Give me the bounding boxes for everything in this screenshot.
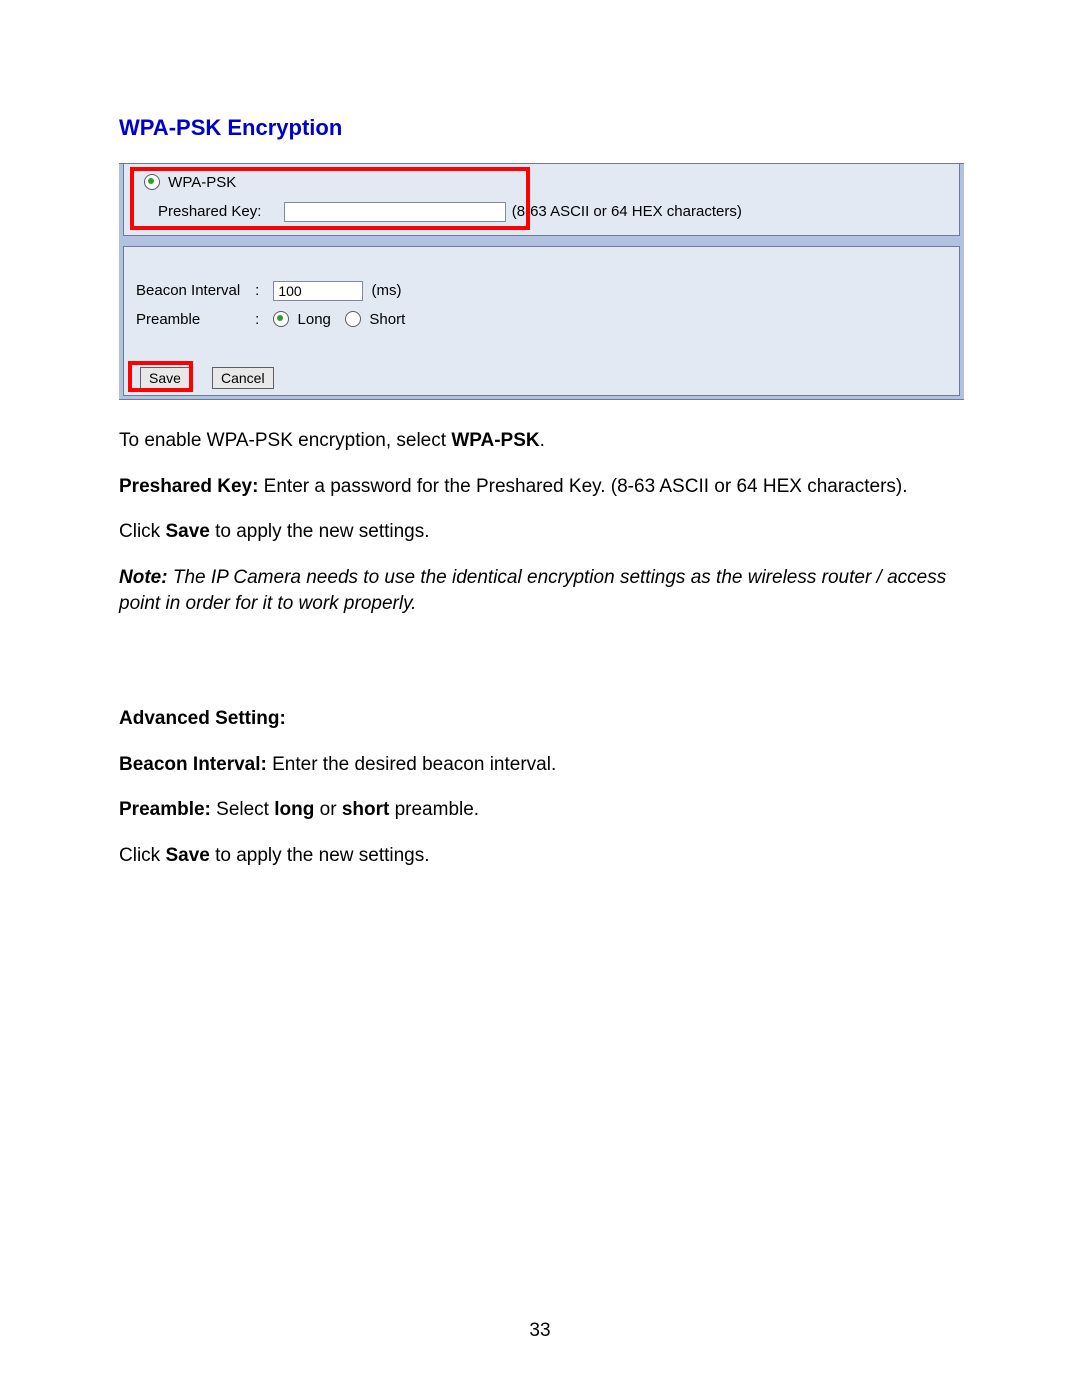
- wpa-psk-radio[interactable]: [144, 174, 160, 190]
- t-note-b: The IP Camera needs to use the identical…: [119, 567, 946, 614]
- t-p6f: preamble.: [389, 799, 479, 820]
- t-p1b: WPA-PSK: [451, 430, 539, 451]
- preamble-row: Preamble : Long Short: [136, 311, 405, 328]
- t-p6e: short: [342, 799, 390, 820]
- t-p1c: .: [540, 430, 545, 451]
- t-p5a: Beacon Interval:: [119, 754, 267, 775]
- save-button[interactable]: Save: [140, 367, 190, 389]
- body-text: To enable WPA-PSK encryption, select WPA…: [119, 428, 967, 869]
- colon-2: :: [255, 311, 269, 328]
- t-p6d: or: [314, 799, 341, 820]
- t-note-a: Note:: [119, 567, 168, 588]
- t-p2a: Preshared Key:: [119, 476, 258, 497]
- t-p3c: to apply the new settings.: [210, 521, 430, 542]
- beacon-input[interactable]: 100: [273, 281, 363, 301]
- screenshot-panel: WPA-PSK Preshared Key: (8-63 ASCII or 64…: [119, 163, 964, 400]
- preamble-short-label: Short: [369, 311, 405, 328]
- wpa-psk-radio-label: WPA-PSK: [168, 174, 236, 191]
- t-p6a: Preamble:: [119, 799, 211, 820]
- cancel-button[interactable]: Cancel: [212, 367, 274, 389]
- preshared-key-hint: (8-63 ASCII or 64 HEX characters): [512, 203, 742, 220]
- section-title: WPA-PSK Encryption: [119, 115, 967, 141]
- t-p7b: Save: [165, 845, 209, 866]
- preamble-long-radio[interactable]: [273, 311, 289, 327]
- preshared-key-input[interactable]: [284, 202, 506, 222]
- t-p7a: Click: [119, 845, 165, 866]
- colon-1: :: [255, 282, 269, 299]
- t-p5b: Enter the desired beacon interval.: [267, 754, 556, 775]
- beacon-unit: (ms): [372, 282, 402, 299]
- t-p6b: Select: [211, 799, 274, 820]
- preamble-label: Preamble: [136, 311, 251, 328]
- advanced-pane: Beacon Interval : 100 (ms) Preamble : Lo…: [123, 246, 960, 362]
- beacon-row: Beacon Interval : 100 (ms): [136, 281, 402, 301]
- t-p3b: Save: [165, 521, 209, 542]
- preshared-key-row: Preshared Key: (8-63 ASCII or 64 HEX cha…: [158, 202, 742, 222]
- wpa-radio-row: WPA-PSK: [144, 174, 236, 191]
- button-bar: Save Cancel: [123, 361, 960, 396]
- wpa-pane: WPA-PSK Preshared Key: (8-63 ASCII or 64…: [123, 164, 960, 236]
- t-p6c: long: [274, 799, 314, 820]
- page-number: 33: [0, 1320, 1080, 1342]
- t-adv-hdr: Advanced Setting:: [119, 708, 286, 729]
- beacon-label: Beacon Interval: [136, 282, 251, 299]
- t-p3a: Click: [119, 521, 165, 542]
- preamble-long-label: Long: [298, 311, 331, 328]
- preshared-key-label: Preshared Key:: [158, 203, 261, 220]
- preamble-short-radio[interactable]: [345, 311, 361, 327]
- t-p2b: Enter a password for the Preshared Key. …: [258, 476, 907, 497]
- t-p1a: To enable WPA-PSK encryption, select: [119, 430, 451, 451]
- t-p7c: to apply the new settings.: [210, 845, 430, 866]
